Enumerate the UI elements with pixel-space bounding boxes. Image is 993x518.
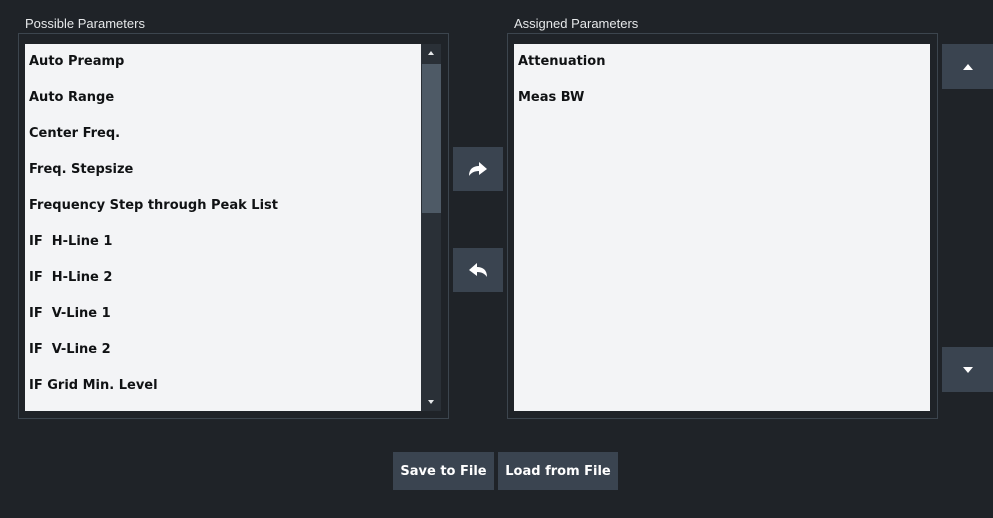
assigned-parameters-list[interactable]: Attenuation Meas BW [514, 44, 930, 411]
list-item[interactable]: Auto Preamp [25, 44, 421, 80]
list-item[interactable]: Meas BW [514, 80, 930, 116]
move-down-button[interactable] [942, 347, 993, 392]
list-item[interactable]: Auto Range [25, 80, 421, 116]
chevron-down-icon [962, 366, 973, 373]
scroll-up-icon[interactable] [428, 51, 434, 55]
list-item[interactable]: Attenuation [514, 44, 930, 80]
arrow-left-icon [469, 263, 487, 277]
arrow-right-icon [469, 162, 487, 176]
possible-parameters-title: Possible Parameters [25, 16, 145, 31]
list-item[interactable]: IF V-Line 2 [25, 332, 421, 368]
remove-parameter-button[interactable] [453, 248, 503, 292]
load-from-file-button[interactable]: Load from File [498, 452, 618, 490]
list-item[interactable]: Freq. Stepsize [25, 152, 421, 188]
list-item[interactable]: IF H-Line 2 [25, 260, 421, 296]
scroll-down-icon[interactable] [428, 400, 434, 404]
list-item[interactable]: IF Grid Min. Level [25, 368, 421, 404]
list-item[interactable]: IF H-Line 1 [25, 224, 421, 260]
list-item[interactable]: IF V-Line 1 [25, 296, 421, 332]
list-item[interactable]: Center Freq. [25, 116, 421, 152]
assigned-parameters-title: Assigned Parameters [514, 16, 639, 31]
possible-parameters-scrollbar[interactable] [421, 44, 441, 411]
move-up-button[interactable] [942, 44, 993, 89]
save-to-file-button[interactable]: Save to File [393, 452, 494, 490]
list-item[interactable]: Frequency Step through Peak List [25, 188, 421, 224]
add-parameter-button[interactable] [453, 147, 503, 191]
scrollbar-thumb[interactable] [422, 64, 441, 213]
possible-parameters-list[interactable]: Auto Preamp Auto Range Center Freq. Freq… [25, 44, 421, 411]
chevron-up-icon [962, 63, 973, 70]
